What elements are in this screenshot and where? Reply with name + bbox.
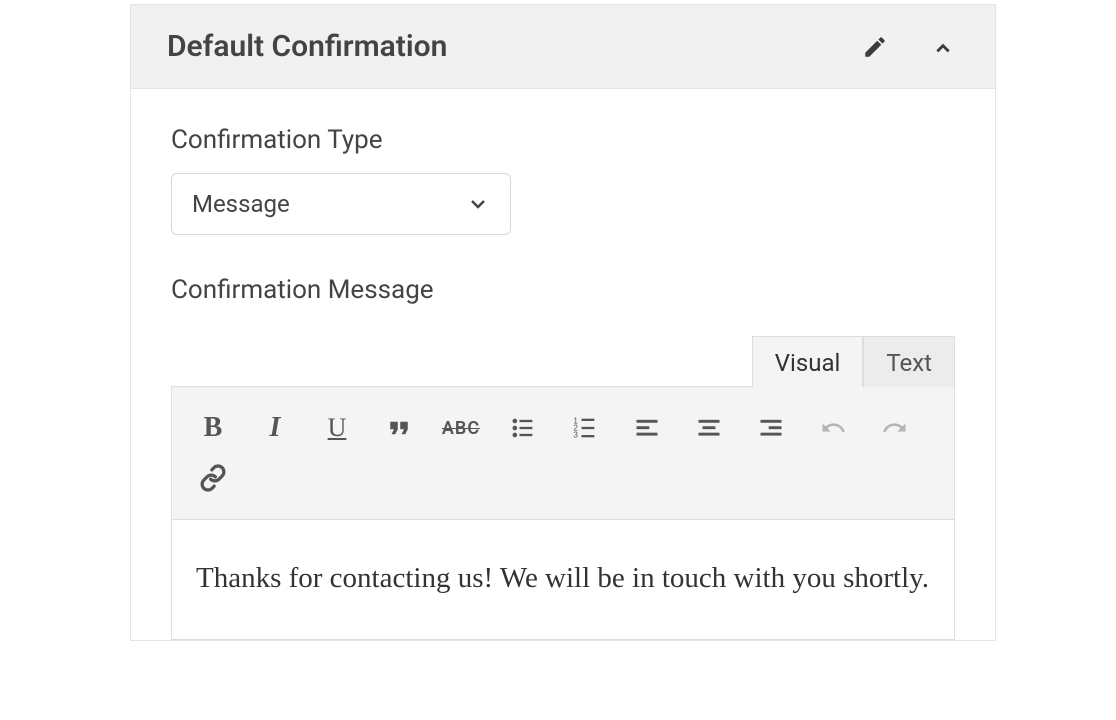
underline-icon: U	[328, 413, 347, 443]
link-icon	[199, 464, 227, 492]
panel-header: Default Confirmation	[131, 5, 995, 89]
pencil-icon	[862, 34, 888, 60]
bullet-list-icon	[509, 414, 537, 442]
blockquote-button[interactable]	[368, 403, 430, 453]
numbered-list-button[interactable]: 1 2 3	[554, 403, 616, 453]
confirmation-type-select-wrap: Message	[171, 173, 511, 235]
bullet-list-button[interactable]	[492, 403, 554, 453]
link-button[interactable]	[182, 453, 244, 503]
quote-icon	[384, 413, 414, 443]
redo-button[interactable]	[864, 403, 926, 453]
confirmation-type-select[interactable]: Message	[171, 173, 511, 235]
underline-button[interactable]: U	[306, 403, 368, 453]
align-center-icon	[695, 414, 723, 442]
chevron-down-icon	[466, 192, 490, 216]
tab-visual[interactable]: Visual	[752, 336, 864, 387]
align-left-button[interactable]	[616, 403, 678, 453]
panel-body: Confirmation Type Message Confirmation M…	[131, 89, 995, 640]
edit-button[interactable]	[859, 31, 891, 63]
align-left-icon	[633, 414, 661, 442]
editor-toolbar: B I U ABC	[171, 386, 955, 520]
bold-icon: B	[204, 412, 223, 444]
confirmation-type-label: Confirmation Type	[171, 125, 955, 155]
bold-button[interactable]: B	[182, 403, 244, 453]
confirmation-panel: Default Confirmation Confirmation Type M…	[130, 4, 996, 641]
align-center-button[interactable]	[678, 403, 740, 453]
italic-icon: I	[270, 412, 281, 444]
numbered-list-icon: 1 2 3	[571, 414, 599, 442]
tab-text[interactable]: Text	[863, 336, 955, 387]
strikethrough-button[interactable]: ABC	[430, 403, 492, 453]
redo-icon	[881, 414, 909, 442]
panel-actions	[859, 31, 959, 63]
svg-text:3: 3	[573, 430, 578, 439]
editor-content[interactable]: Thanks for contacting us! We will be in …	[171, 520, 955, 640]
undo-icon	[819, 414, 847, 442]
align-right-icon	[757, 414, 785, 442]
undo-button[interactable]	[802, 403, 864, 453]
align-right-button[interactable]	[740, 403, 802, 453]
panel-title: Default Confirmation	[167, 29, 447, 64]
chevron-up-icon	[927, 30, 959, 64]
confirmation-message-label: Confirmation Message	[171, 275, 955, 305]
editor-tabs: Visual Text	[171, 335, 955, 386]
select-value: Message	[192, 190, 290, 218]
italic-button[interactable]: I	[244, 403, 306, 453]
message-text: Thanks for contacting us! We will be in …	[196, 562, 929, 594]
collapse-button[interactable]	[927, 31, 959, 63]
strikethrough-icon: ABC	[442, 418, 480, 439]
